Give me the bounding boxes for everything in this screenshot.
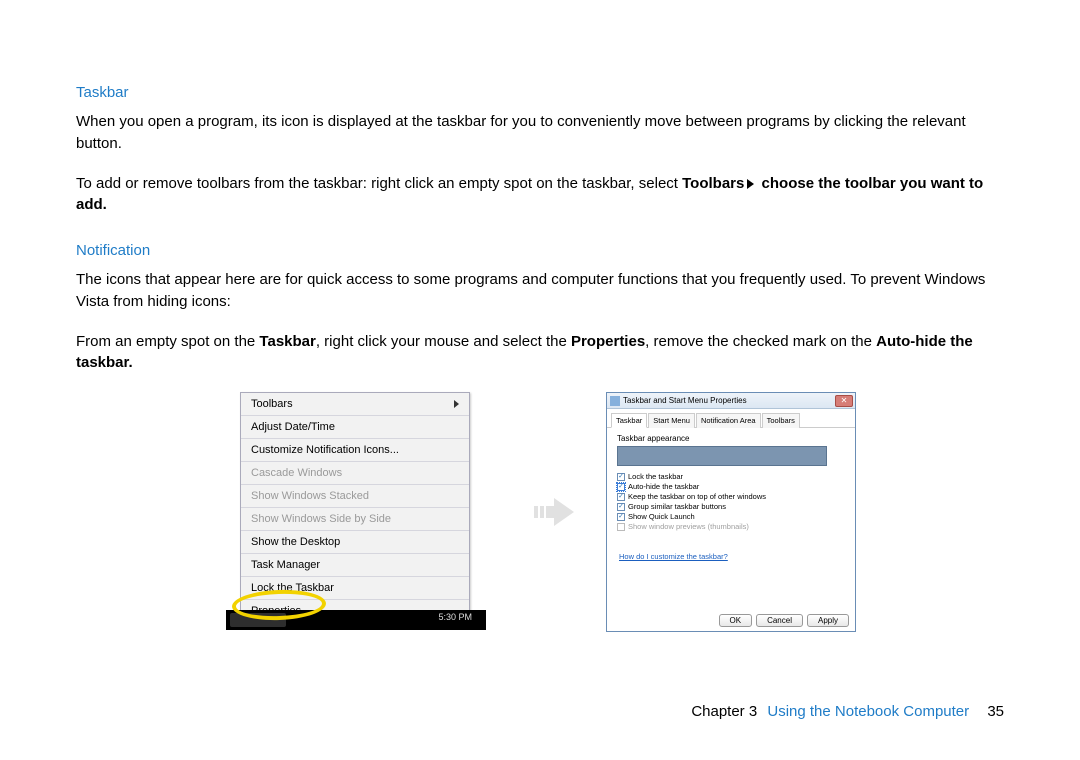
checkbox-label: Auto-hide the taskbar: [628, 482, 699, 491]
context-menu-label: Show Windows Side by Side: [251, 513, 391, 525]
text-fragment: , remove the checked mark on the: [645, 333, 876, 350]
context-menu-label: Adjust Date/Time: [251, 421, 335, 433]
context-menu-label: Show Windows Stacked: [251, 490, 369, 502]
taskbar-paragraph-1: When you open a program, its icon is dis…: [76, 111, 1004, 155]
dialog-titlebar: Taskbar and Start Menu Properties ✕: [607, 393, 855, 409]
taskbar-clock: 5:30 PM: [438, 612, 472, 622]
footer-page-number: 35: [987, 703, 1004, 720]
dialog-window-icon: [610, 396, 620, 406]
checkbox-label: Show window previews (thumbnails): [628, 522, 749, 531]
context-menu-item: Cascade Windows: [241, 462, 469, 485]
bold-properties: Properties: [571, 333, 645, 350]
dialog-tab[interactable]: Taskbar: [611, 413, 647, 428]
context-menu-item[interactable]: Task Manager: [241, 554, 469, 577]
checkbox-row[interactable]: ✓Lock the taskbar: [617, 472, 845, 481]
context-menu-item[interactable]: Adjust Date/Time: [241, 416, 469, 439]
taskbar-left-badge: [230, 613, 286, 627]
section-heading-notification: Notification: [76, 242, 1004, 259]
checkbox-row[interactable]: ✓Group similar taskbar buttons: [617, 502, 845, 511]
ok-button[interactable]: OK: [719, 614, 753, 627]
checkbox-label: Keep the taskbar on top of other windows: [628, 492, 766, 501]
context-menu-label: Lock the Taskbar: [251, 582, 334, 594]
dialog-title: Taskbar and Start Menu Properties: [623, 396, 835, 405]
context-menu-item: Show Windows Side by Side: [241, 508, 469, 531]
footer-title: Using the Notebook Computer: [767, 703, 969, 720]
bold-toolbars: Toolbars: [682, 175, 744, 192]
taskbar-paragraph-2: To add or remove toolbars from the taskb…: [76, 173, 1004, 217]
text-fragment: From an empty spot on the: [76, 333, 259, 350]
context-menu-item[interactable]: Show the Desktop: [241, 531, 469, 554]
checkbox-row: Show window previews (thumbnails): [617, 522, 845, 531]
checkbox-icon: ✓: [617, 493, 625, 501]
dialog-tab[interactable]: Start Menu: [648, 413, 695, 428]
checkbox-row[interactable]: ✓Show Quick Launch: [617, 512, 845, 521]
notification-paragraph-1: The icons that appear here are for quick…: [76, 269, 1004, 313]
context-menu: Toolbars Adjust Date/Time Customize Notifi…: [240, 392, 470, 623]
group-label: Taskbar appearance: [617, 434, 845, 443]
context-menu-label: Show the Desktop: [251, 536, 340, 548]
dialog-tabs: TaskbarStart MenuNotification AreaToolba…: [607, 409, 855, 428]
dialog-panel: Taskbar appearance ✓Lock the taskbar✓Aut…: [607, 428, 855, 563]
dialog-tab[interactable]: Toolbars: [762, 413, 800, 428]
checkbox-row[interactable]: ✓Keep the taskbar on top of other window…: [617, 492, 845, 501]
checkbox-label: Group similar taskbar buttons: [628, 502, 726, 511]
dialog-tab[interactable]: Notification Area: [696, 413, 761, 428]
checkbox-row[interactable]: ✓Auto-hide the taskbar: [617, 482, 845, 491]
context-menu-label: Task Manager: [251, 559, 320, 571]
checkbox-icon: ✓: [617, 503, 625, 511]
context-menu-label: Customize Notification Icons...: [251, 444, 399, 456]
help-link[interactable]: How do I customize the taskbar?: [619, 552, 728, 561]
notification-paragraph-2: From an empty spot on the Taskbar, right…: [76, 331, 1004, 375]
context-menu-item[interactable]: Customize Notification Icons...: [241, 439, 469, 462]
taskbar-strip: 5:30 PM: [226, 610, 486, 630]
page-footer: Chapter 3 Using the Notebook Computer 35: [691, 703, 1004, 720]
dialog-actions: OK Cancel Apply: [719, 614, 849, 627]
triangle-arrow-icon: [747, 179, 754, 189]
footer-chapter: Chapter 3: [691, 703, 757, 720]
dialog-close-button[interactable]: ✕: [835, 395, 853, 407]
context-menu-item: Show Windows Stacked: [241, 485, 469, 508]
checkbox-icon: ✓: [617, 473, 625, 481]
checkbox-label: Show Quick Launch: [628, 512, 695, 521]
checkbox-icon: [617, 523, 625, 531]
checkbox-label: Lock the taskbar: [628, 472, 683, 481]
submenu-arrow-icon: [454, 400, 459, 408]
properties-dialog: Taskbar and Start Menu Properties ✕ Task…: [606, 392, 856, 632]
bold-taskbar: Taskbar: [259, 333, 315, 350]
context-menu-label: Toolbars: [251, 398, 293, 410]
apply-button[interactable]: Apply: [807, 614, 849, 627]
taskbar-preview: [617, 446, 827, 466]
big-arrow-icon: [532, 492, 576, 532]
text-fragment: To add or remove toolbars from the taskb…: [76, 175, 682, 192]
text-fragment: , right click your mouse and select the: [316, 333, 571, 350]
context-menu-label: Cascade Windows: [251, 467, 342, 479]
checkbox-icon: ✓: [617, 513, 625, 521]
context-menu-item[interactable]: Toolbars: [241, 393, 469, 416]
section-heading-taskbar: Taskbar: [76, 84, 1004, 101]
checkbox-icon: ✓: [617, 483, 625, 491]
cancel-button[interactable]: Cancel: [756, 614, 803, 627]
context-menu-item[interactable]: Lock the Taskbar: [241, 577, 469, 600]
